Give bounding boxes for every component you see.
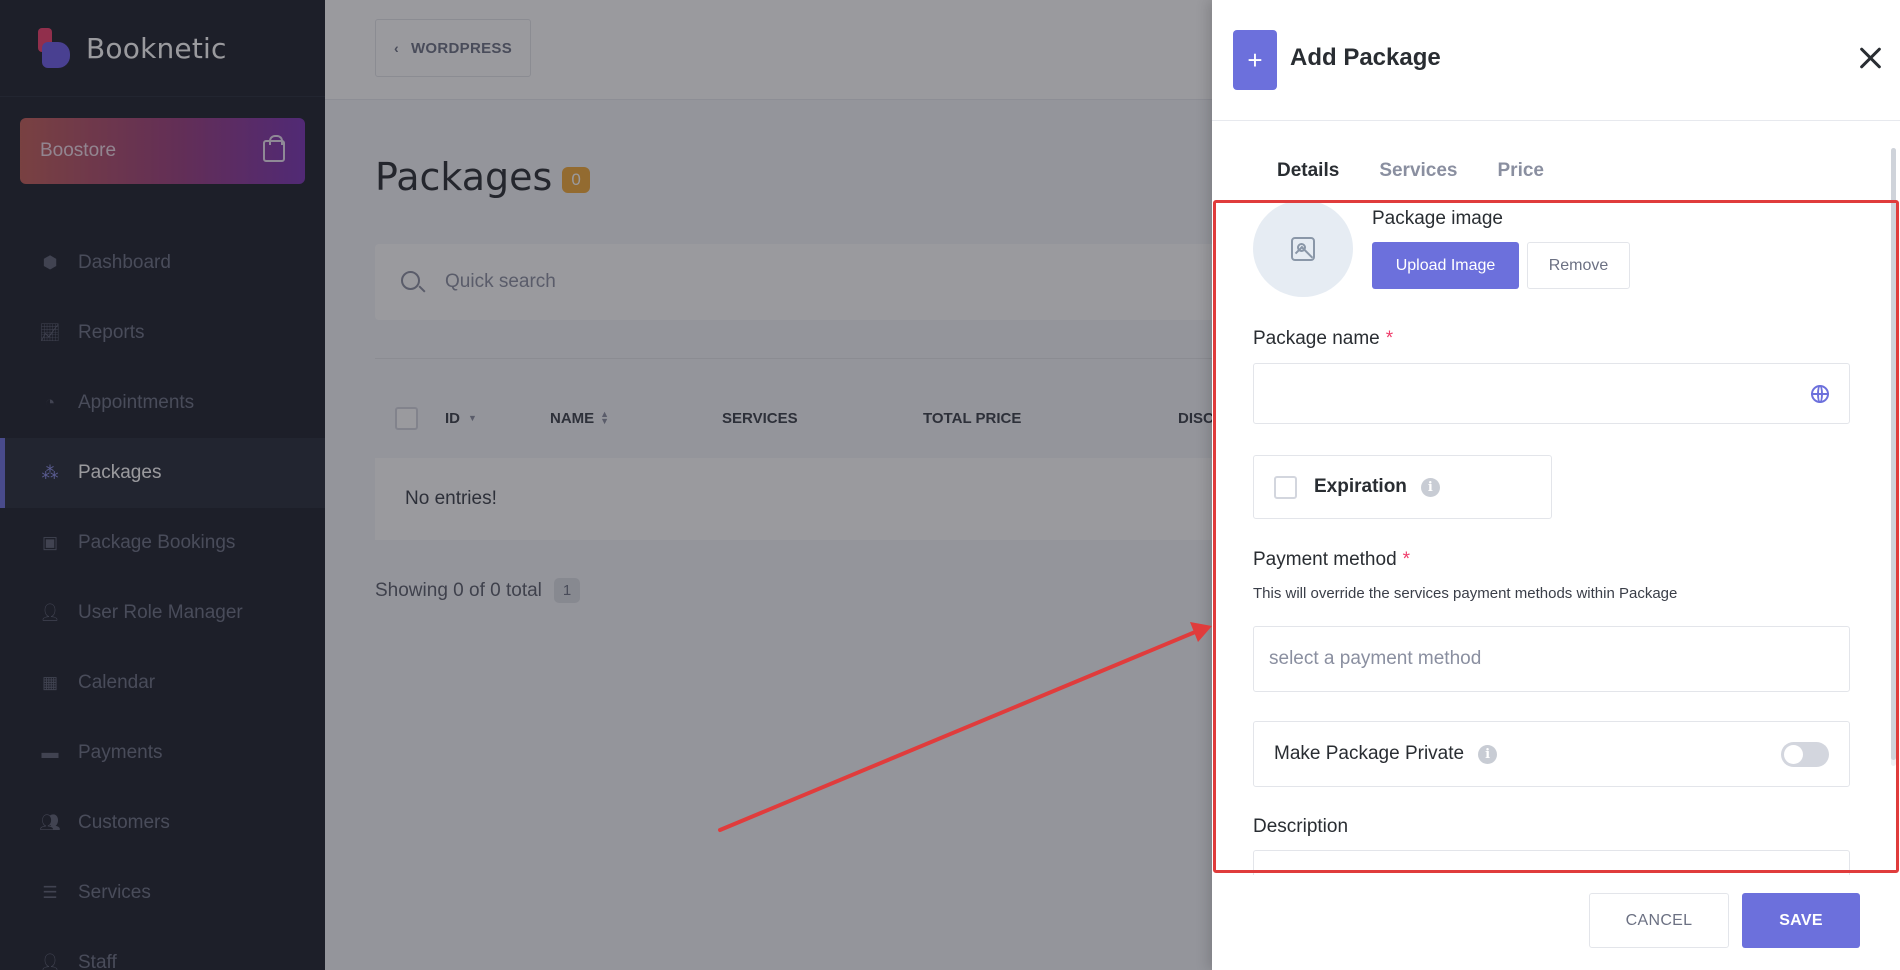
payment-placeholder: select a payment method — [1269, 648, 1482, 669]
payment-method-label: Payment method * — [1253, 549, 1410, 571]
info-icon[interactable]: i — [1478, 744, 1498, 764]
private-label: Make Package Private — [1274, 743, 1465, 764]
save-button[interactable]: SAVE — [1742, 893, 1860, 948]
tab-details[interactable]: Details — [1277, 160, 1339, 182]
private-toggle[interactable] — [1781, 742, 1829, 767]
panel-scrollbar[interactable] — [1891, 148, 1896, 766]
required-mark: * — [1385, 328, 1394, 349]
image-icon — [1291, 236, 1315, 261]
panel-tabs: Details Services Price — [1277, 160, 1544, 182]
modal-backdrop[interactable] — [0, 0, 1212, 970]
required-mark: * — [1402, 549, 1411, 570]
package-name-label: Package name * — [1253, 328, 1393, 350]
label-text: Package name — [1253, 328, 1380, 349]
expiration-label: Expiration — [1314, 476, 1407, 497]
add-package-panel: + Add Package Details Services Price Pac… — [1212, 0, 1900, 970]
description-label: Description — [1253, 816, 1349, 837]
tab-price[interactable]: Price — [1498, 160, 1544, 182]
payment-method-select[interactable]: select a payment method — [1253, 626, 1850, 692]
scrollbar-thumb[interactable] — [1891, 148, 1896, 760]
payment-helper-text: This will override the services payment … — [1253, 585, 1678, 602]
info-icon[interactable]: i — [1420, 477, 1440, 497]
toggle-knob — [1784, 745, 1803, 764]
cancel-button[interactable]: CANCEL — [1589, 893, 1729, 948]
panel-title: Add Package — [1290, 44, 1441, 71]
remove-image-button[interactable]: Remove — [1527, 242, 1630, 289]
package-image-label: Package image — [1372, 208, 1503, 229]
label-text: Payment method — [1253, 549, 1397, 570]
close-icon[interactable] — [1854, 42, 1886, 74]
private-package-option: Make Package Private i — [1253, 721, 1850, 787]
tab-services[interactable]: Services — [1379, 160, 1457, 182]
expiration-option: Expiration i — [1253, 455, 1552, 519]
panel-header: + Add Package — [1212, 0, 1900, 121]
package-image-preview — [1253, 200, 1353, 297]
panel-footer: CANCEL SAVE — [1212, 875, 1900, 970]
package-name-input[interactable] — [1253, 363, 1850, 424]
expiration-checkbox[interactable] — [1274, 475, 1297, 499]
plus-icon: + — [1233, 30, 1277, 90]
globe-icon[interactable] — [1811, 385, 1829, 403]
upload-image-button[interactable]: Upload Image — [1372, 242, 1519, 289]
